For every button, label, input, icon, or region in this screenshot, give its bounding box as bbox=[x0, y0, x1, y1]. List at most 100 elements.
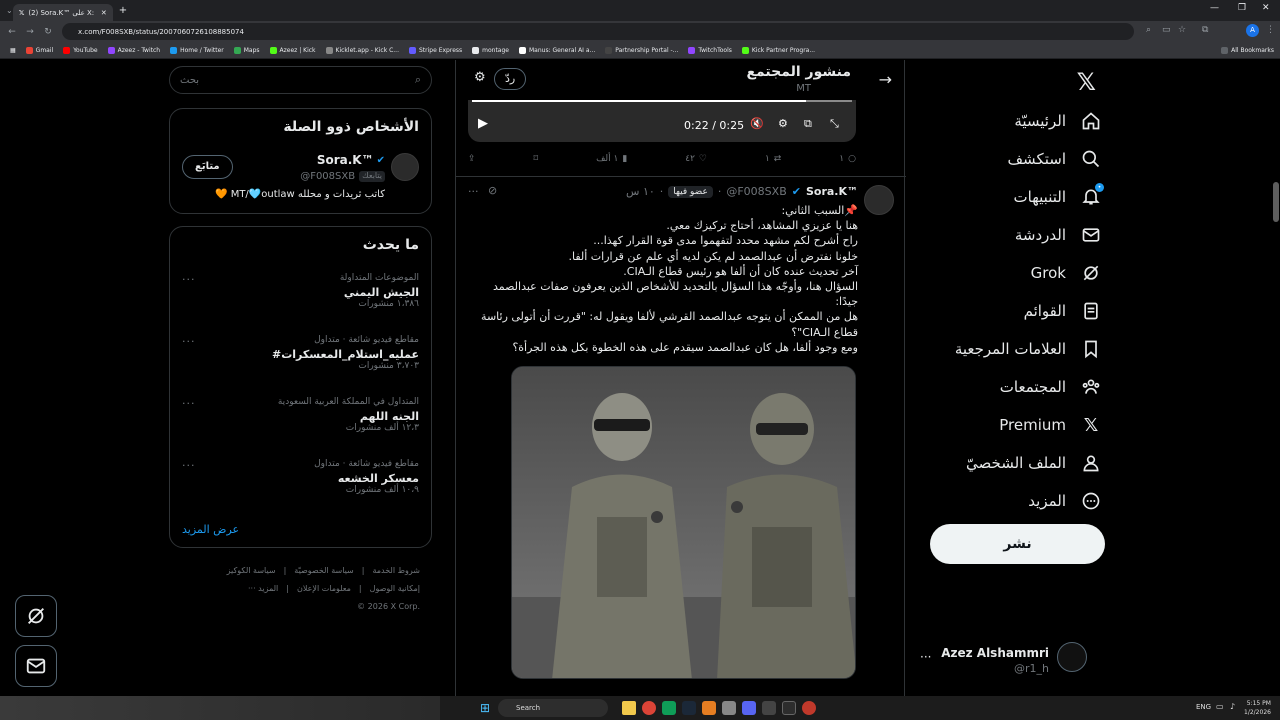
page-scrollbar[interactable] bbox=[1272, 60, 1280, 696]
back-arrow-icon[interactable]: → bbox=[879, 70, 892, 89]
app-icon[interactable] bbox=[702, 701, 716, 715]
trend-more-icon[interactable]: ··· bbox=[182, 397, 196, 410]
discord-icon[interactable] bbox=[742, 701, 756, 715]
app-icon[interactable] bbox=[762, 701, 776, 715]
footer-privacy-link[interactable]: سياسة الخصوصيّة bbox=[294, 562, 353, 580]
tweet-more-icon[interactable]: ··· bbox=[468, 185, 479, 198]
trend-more-icon[interactable]: ··· bbox=[182, 459, 196, 472]
scrollbar-thumb[interactable] bbox=[1273, 182, 1279, 222]
extensions-icon[interactable]: ⧉ bbox=[1202, 25, 1208, 35]
back-icon[interactable]: ← bbox=[6, 27, 18, 37]
app-icon[interactable] bbox=[662, 701, 676, 715]
nav-grok[interactable]: Grok bbox=[1031, 262, 1102, 284]
video-player[interactable]: ▶ 0:22 / 0:25 🔇 ⚙ ⧉ ⤡ bbox=[468, 100, 856, 142]
nav-premium[interactable]: Premium 𝕏 bbox=[999, 414, 1102, 436]
apps-icon[interactable]: ▦ bbox=[10, 47, 16, 54]
tweet[interactable]: ١٠ س · عضو فيها · @F008SXB ✔ Sora.K™ ···… bbox=[456, 176, 906, 679]
bookmark-kicklet[interactable]: Kicklet.app - Kick C... bbox=[325, 46, 399, 54]
chrome-icon[interactable] bbox=[642, 701, 656, 715]
close-window-icon[interactable]: ✕ bbox=[1262, 3, 1270, 13]
bookmark-twitch[interactable]: Azeez - Twitch bbox=[107, 46, 160, 54]
windows-start-icon[interactable]: ⊞ bbox=[480, 701, 490, 715]
bookmark-gmail[interactable]: Gmail bbox=[25, 46, 53, 54]
footer-more-link[interactable]: ··· المزيد bbox=[248, 580, 278, 598]
bookmark-kick-partner[interactable]: Kick Partner Progra... bbox=[741, 46, 815, 54]
steam-icon[interactable] bbox=[682, 701, 696, 715]
language-indicator[interactable]: ENG bbox=[1196, 703, 1211, 711]
star-icon[interactable]: ☆ bbox=[1178, 25, 1186, 35]
messages-float-button[interactable] bbox=[15, 645, 57, 687]
app-icon[interactable] bbox=[722, 701, 736, 715]
tweet-author[interactable]: Sora.K™ bbox=[806, 185, 858, 198]
footer-ads-link[interactable]: معلومات الإعلان bbox=[297, 580, 351, 598]
search-input[interactable]: ⌕ بحث bbox=[169, 66, 432, 94]
file-explorer-icon[interactable] bbox=[622, 701, 636, 715]
close-tab-icon[interactable]: ✕ bbox=[101, 9, 107, 17]
tweet-time[interactable]: ١٠ س bbox=[626, 185, 655, 198]
nav-lists[interactable]: القوائم bbox=[1024, 300, 1102, 322]
nav-bookmarks[interactable]: العلامات المرجعية bbox=[955, 338, 1102, 360]
trend-item[interactable]: الموضوعات المتداولة الجيش اليمني ١،٣٨٦ م… bbox=[340, 273, 419, 309]
reload-icon[interactable]: ↻ bbox=[42, 27, 54, 37]
address-bar[interactable]: x.com/F008SXB/status/2007060726108885074 bbox=[62, 23, 1134, 40]
play-icon[interactable]: ▶ bbox=[478, 116, 488, 131]
taskbar-search[interactable]: Search bbox=[498, 699, 608, 717]
nav-home[interactable]: الرئيسيّة bbox=[1014, 110, 1102, 132]
nav-notifications[interactable]: التنبيهات • bbox=[1014, 183, 1104, 208]
pip-icon[interactable]: ⧉ bbox=[804, 117, 812, 131]
bookmark-partnership[interactable]: Partnership Portal -... bbox=[605, 46, 678, 54]
grok-float-button[interactable] bbox=[15, 595, 57, 637]
maximize-icon[interactable]: ❐ bbox=[1238, 3, 1246, 13]
bookmark-montage[interactable]: montage bbox=[472, 46, 509, 54]
avatar[interactable] bbox=[864, 185, 894, 215]
footer-cookies-link[interactable]: سياسة الكوكيز bbox=[227, 562, 276, 580]
account-more-icon[interactable]: ··· bbox=[920, 650, 931, 664]
bookmark-kick[interactable]: Azeez | Kick bbox=[269, 46, 316, 54]
menu-icon[interactable]: ⋮ bbox=[1266, 25, 1275, 35]
show-more-link[interactable]: عرض المزيد bbox=[182, 523, 239, 536]
post-button[interactable]: نشر bbox=[930, 524, 1105, 564]
grok-icon[interactable]: ⊘ bbox=[488, 184, 497, 197]
footer-terms-link[interactable]: شروط الخدمة bbox=[372, 562, 420, 580]
like-button[interactable]: ٤٢ ♡ bbox=[685, 154, 707, 164]
all-bookmarks[interactable]: All Bookmarks bbox=[1221, 46, 1274, 54]
views-stat[interactable]: ١ ألف ▮ bbox=[596, 154, 627, 164]
trend-item[interactable]: مقاطع فيديو شائعة · متداول معسكر الخشعه … bbox=[314, 459, 419, 495]
volume-icon[interactable]: ♪ bbox=[1230, 702, 1235, 711]
reply-button[interactable]: ردّ bbox=[494, 68, 527, 90]
person-name-row[interactable]: Sora.K™ ✔ bbox=[317, 153, 385, 167]
cast-icon[interactable]: ▭ bbox=[1162, 25, 1171, 35]
minimize-icon[interactable]: — bbox=[1210, 3, 1219, 13]
nav-profile[interactable]: الملف الشخصيّ bbox=[966, 452, 1102, 474]
bookmark-stripe[interactable]: Stripe Express bbox=[409, 46, 462, 54]
nav-more[interactable]: المزيد bbox=[1028, 490, 1102, 512]
nav-communities[interactable]: المجتمعات bbox=[1000, 376, 1102, 398]
nav-messages[interactable]: الدردشة bbox=[1015, 224, 1102, 246]
clock[interactable]: 5:15 PM 1/2/2026 bbox=[1244, 699, 1271, 717]
trend-more-icon[interactable]: ··· bbox=[182, 335, 196, 348]
bookmark-action-icon[interactable]: ⌑ bbox=[534, 154, 539, 164]
reply-action[interactable]: ١ ○ bbox=[839, 154, 856, 164]
following-button[interactable]: متابَع bbox=[182, 155, 233, 179]
settings-sliders-icon[interactable]: ⚙ bbox=[474, 70, 486, 85]
x-logo-icon[interactable]: 𝕏 bbox=[1077, 68, 1096, 96]
app-icon[interactable] bbox=[802, 701, 816, 715]
app-icon[interactable] bbox=[782, 701, 796, 715]
tweet-handle[interactable]: @F008SXB bbox=[726, 185, 786, 198]
browser-tab-active[interactable]: 𝕏 (2) Sora.K™ على X: "⚠️ 'المجتمع والـ..… bbox=[12, 4, 113, 21]
zoom-icon[interactable]: ⌕ bbox=[1146, 25, 1151, 35]
tab-search-icon[interactable]: ⌄ bbox=[6, 6, 13, 15]
network-icon[interactable]: ▭ bbox=[1216, 702, 1224, 711]
bookmark-twitter[interactable]: Home / Twitter bbox=[170, 46, 224, 54]
bookmark-twitchtools[interactable]: TwitchTools bbox=[688, 46, 732, 54]
share-icon[interactable]: ⇪ bbox=[468, 154, 476, 164]
footer-accessibility-link[interactable]: إمكانية الوصول bbox=[370, 580, 420, 598]
repost-button[interactable]: ١ ⇄ bbox=[765, 154, 781, 164]
tweet-image[interactable] bbox=[511, 366, 856, 679]
bookmark-manus[interactable]: Manus: General AI a... bbox=[519, 46, 595, 54]
settings-icon[interactable]: ⚙ bbox=[778, 117, 788, 130]
trend-item[interactable]: المتداول في المملكة العربية السعودية الج… bbox=[278, 397, 419, 433]
nav-explore[interactable]: استكشف bbox=[1008, 148, 1102, 170]
trend-item[interactable]: مقاطع فيديو شائعة · متداول #عمليه_استلام… bbox=[272, 335, 419, 371]
mute-icon[interactable]: 🔇 bbox=[750, 117, 764, 130]
